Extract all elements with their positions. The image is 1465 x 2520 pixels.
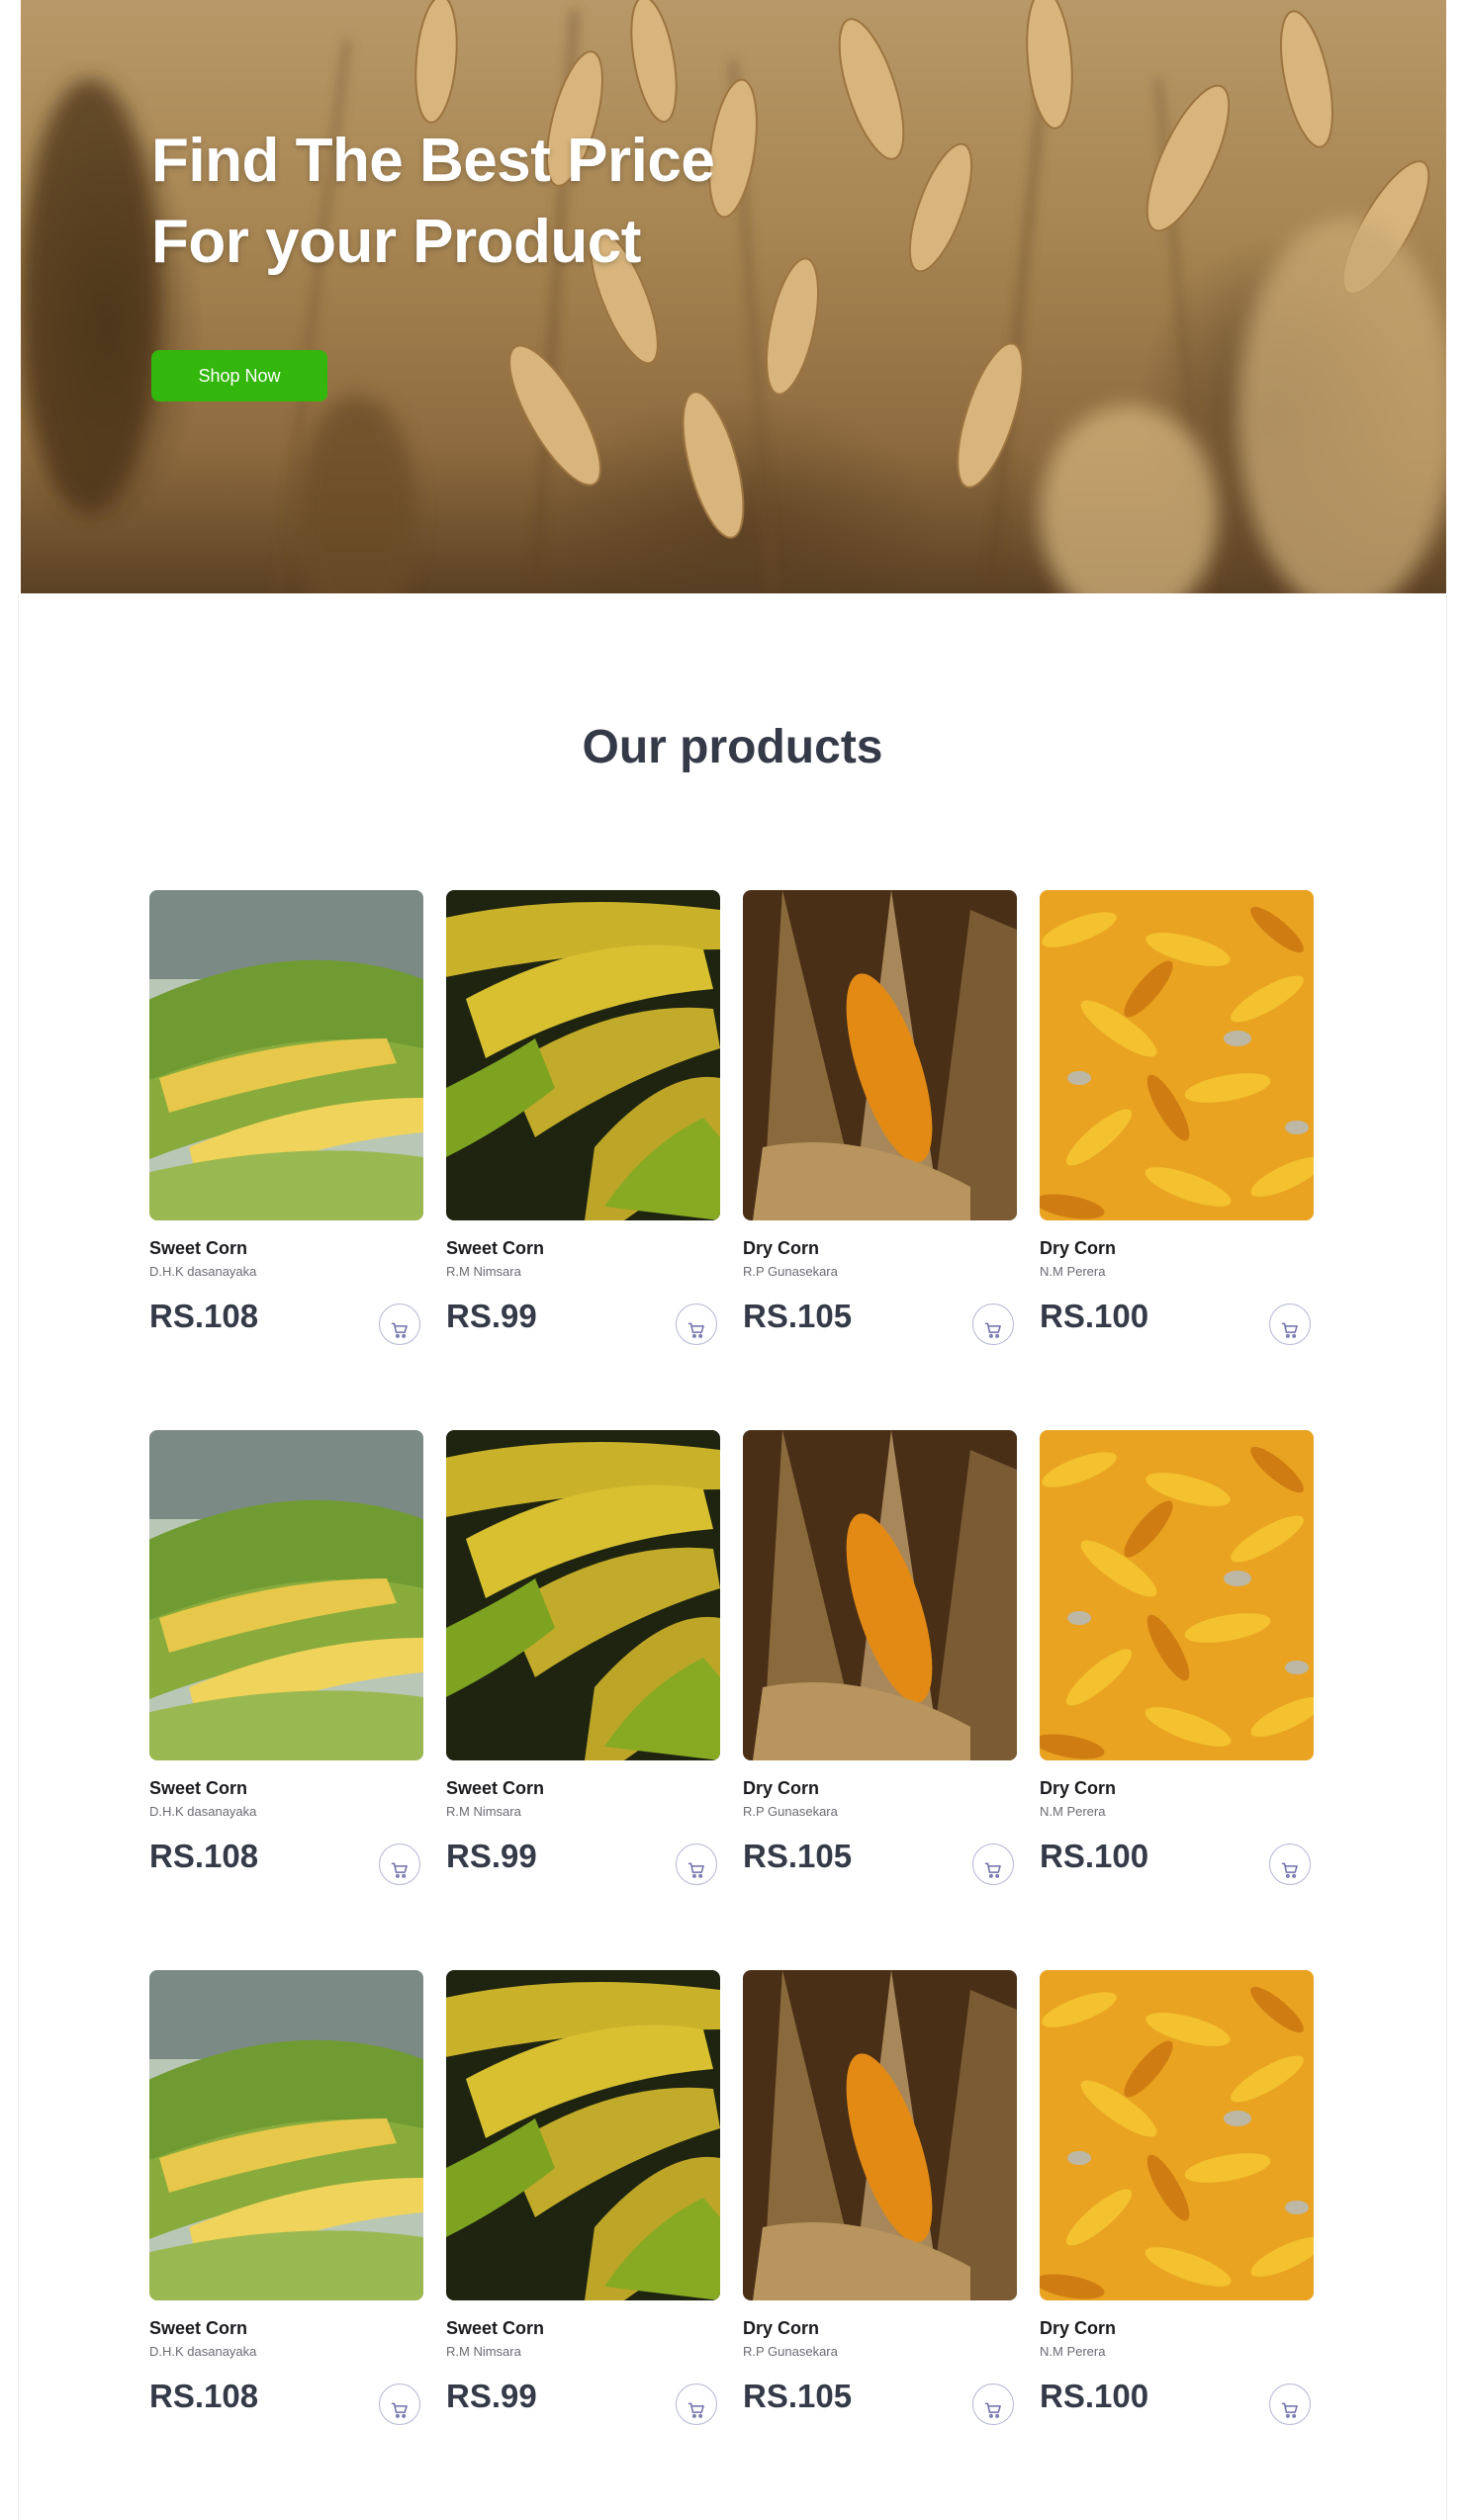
cart-icon	[687, 1862, 704, 1878]
product-card[interactable]: Sweet Corn R.M Nimsara RS.99	[446, 1970, 720, 2425]
add-to-cart-button[interactable]	[379, 1844, 420, 1885]
cart-icon	[687, 1322, 704, 1338]
dry-corn-husk-photo	[743, 1430, 1017, 1760]
product-name: Sweet Corn	[446, 1778, 545, 1798]
product-seller: R.M Nimsara	[446, 1264, 521, 1279]
page: Find The Best Price For your Product Sho…	[0, 0, 1465, 2520]
product-name: Dry Corn	[743, 2318, 820, 2338]
product-price: RS.108	[149, 1298, 259, 1334]
product-price: RS.99	[446, 1838, 537, 1874]
product-price: RS.108	[149, 2378, 259, 2414]
product-card[interactable]: Dry Corn N.M Perera RS.100	[1040, 1430, 1314, 1885]
add-to-cart-button[interactable]	[676, 2384, 717, 2425]
add-to-cart-button[interactable]	[676, 1844, 717, 1885]
product-name: Dry Corn	[743, 1238, 820, 1258]
sweet-corn-cobs-photo	[446, 1970, 720, 2300]
product-seller: D.H.K dasanayaka	[149, 1804, 257, 1819]
product-name: Sweet Corn	[446, 2318, 545, 2338]
add-to-cart-button[interactable]	[972, 2384, 1014, 2425]
cart-icon	[984, 1862, 1001, 1878]
product-seller: D.H.K dasanayaka	[149, 1264, 257, 1279]
product-seller: R.P Gunasekara	[743, 1804, 838, 1819]
product-name: Dry Corn	[1040, 1238, 1117, 1258]
sweet-corn-cobs-photo	[446, 1430, 720, 1760]
product-card[interactable]: Sweet Corn R.M Nimsara RS.99	[446, 890, 720, 1345]
frame-border-left	[18, 593, 19, 2520]
add-to-cart-button[interactable]	[1269, 1844, 1311, 1885]
product-price: RS.108	[149, 1838, 259, 1874]
product-name: Dry Corn	[743, 1778, 820, 1798]
sweet-corn-husk-photo	[149, 1430, 423, 1760]
add-to-cart-button[interactable]	[379, 2384, 420, 2425]
product-seller: N.M Perera	[1040, 1264, 1106, 1279]
product-card[interactable]: Dry Corn N.M Perera RS.100	[1040, 1970, 1314, 2425]
add-to-cart-button[interactable]	[379, 1304, 420, 1345]
product-seller: R.P Gunasekara	[743, 2344, 838, 2359]
product-name: Sweet Corn	[149, 1778, 248, 1798]
product-price: RS.105	[743, 1298, 853, 1334]
add-to-cart-button[interactable]	[972, 1844, 1014, 1885]
product-card[interactable]: Dry Corn N.M Perera RS.100	[1040, 890, 1314, 1345]
dry-corn-husk-photo	[743, 890, 1017, 1220]
cart-icon	[984, 2402, 1001, 2418]
section-title: Our products	[582, 721, 883, 773]
product-seller: R.P Gunasekara	[743, 1264, 838, 1279]
sweet-corn-cobs-photo	[446, 890, 720, 1220]
dry-corn-pile-photo	[1040, 890, 1314, 1220]
frame-border-right	[1446, 593, 1447, 2520]
product-seller: R.M Nimsara	[446, 2344, 521, 2359]
sweet-corn-husk-photo	[149, 1970, 423, 2300]
product-name: Sweet Corn	[149, 2318, 248, 2338]
product-price: RS.100	[1040, 1838, 1149, 1874]
cart-icon	[391, 1322, 408, 1338]
product-price: RS.105	[743, 1838, 853, 1874]
cart-icon	[1281, 1322, 1298, 1338]
hero-title: Find The Best Price For your Product	[151, 121, 715, 283]
product-card[interactable]: Sweet Corn D.H.K dasanayaka RS.108	[149, 890, 423, 1345]
add-to-cart-button[interactable]	[1269, 2384, 1311, 2425]
cart-icon	[687, 2402, 704, 2418]
sweet-corn-husk-photo	[149, 890, 423, 1220]
hero-banner: Find The Best Price For your Product Sho…	[21, 0, 1446, 593]
wheat-field-background	[21, 0, 1446, 593]
dry-corn-pile-photo	[1040, 1970, 1314, 2300]
product-card[interactable]: Dry Corn R.P Gunasekara RS.105	[743, 1970, 1017, 2425]
cart-icon	[1281, 2402, 1298, 2418]
cart-icon	[391, 2402, 408, 2418]
product-seller: N.M Perera	[1040, 2344, 1106, 2359]
product-seller: N.M Perera	[1040, 1804, 1106, 1819]
dry-corn-husk-photo	[743, 1970, 1017, 2300]
product-card[interactable]: Dry Corn R.P Gunasekara RS.105	[743, 1430, 1017, 1885]
product-price: RS.99	[446, 1298, 537, 1334]
add-to-cart-button[interactable]	[1269, 1304, 1311, 1345]
product-name: Dry Corn	[1040, 1778, 1117, 1798]
cart-icon	[984, 1322, 1001, 1338]
product-name: Sweet Corn	[446, 1238, 545, 1258]
add-to-cart-button[interactable]	[676, 1304, 717, 1345]
hero-title-line-2: For your Product	[151, 208, 641, 276]
product-price: RS.100	[1040, 1298, 1149, 1334]
shop-now-button[interactable]: Shop Now	[151, 350, 327, 402]
dry-corn-pile-photo	[1040, 1430, 1314, 1760]
hero-title-line-1: Find The Best Price	[151, 127, 715, 195]
product-price: RS.99	[446, 2378, 537, 2414]
product-card[interactable]: Sweet Corn R.M Nimsara RS.99	[446, 1430, 720, 1885]
product-name: Sweet Corn	[149, 1238, 248, 1258]
product-seller: R.M Nimsara	[446, 1804, 521, 1819]
product-card[interactable]: Sweet Corn D.H.K dasanayaka RS.108	[149, 1970, 423, 2425]
product-seller: D.H.K dasanayaka	[149, 2344, 257, 2359]
product-card[interactable]: Sweet Corn D.H.K dasanayaka RS.108	[149, 1430, 423, 1885]
product-card[interactable]: Dry Corn R.P Gunasekara RS.105	[743, 890, 1017, 1345]
product-price: RS.100	[1040, 2378, 1149, 2414]
product-name: Dry Corn	[1040, 2318, 1117, 2338]
add-to-cart-button[interactable]	[972, 1304, 1014, 1345]
product-price: RS.105	[743, 2378, 853, 2414]
cart-icon	[391, 1862, 408, 1878]
cart-icon	[1281, 1862, 1298, 1878]
